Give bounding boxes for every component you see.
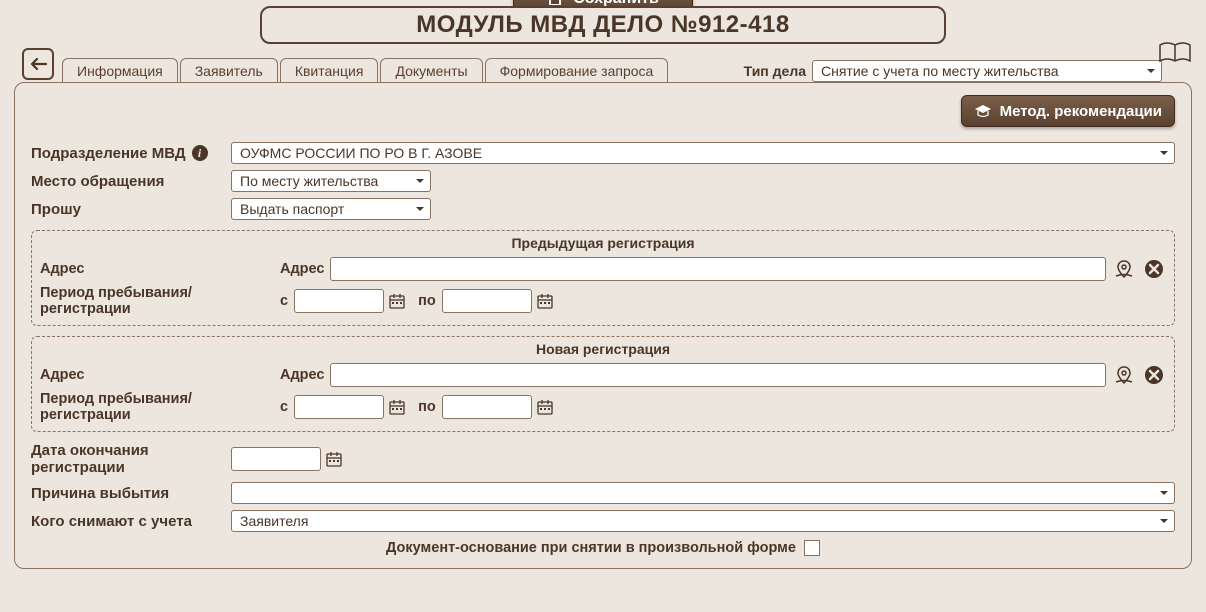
- case-type-select[interactable]: Снятие с учета по месту жительства: [812, 60, 1162, 82]
- doc-basis-checkbox[interactable]: [804, 540, 820, 556]
- reason-select[interactable]: [231, 482, 1175, 504]
- clear-icon[interactable]: [1142, 363, 1166, 387]
- calendar-icon[interactable]: [386, 396, 408, 418]
- reason-label: Причина выбытия: [31, 485, 231, 502]
- method-recommendations-button[interactable]: Метод. рекомендации: [961, 95, 1175, 127]
- new-address-input[interactable]: [330, 363, 1106, 387]
- division-select[interactable]: ОУФМС РОССИИ ПО РО В Г. АЗОВЕ: [231, 142, 1175, 164]
- from-label: с: [280, 293, 288, 309]
- window-title: МОДУЛЬ МВД ДЕЛО №912-418: [416, 11, 789, 39]
- request-select[interactable]: Выдать паспорт: [231, 198, 431, 220]
- prev-to-input[interactable]: [442, 289, 532, 313]
- tab-request[interactable]: Формирование запроса: [485, 58, 669, 82]
- to-label: по: [418, 399, 436, 415]
- chevron-down-icon: [1158, 515, 1170, 527]
- new-address-label: Адрес: [40, 367, 280, 383]
- back-button[interactable]: [22, 48, 54, 80]
- place-label: Место обращения: [31, 173, 231, 190]
- calendar-icon[interactable]: [386, 290, 408, 312]
- prev-address-input[interactable]: [330, 257, 1106, 281]
- info-icon[interactable]: i: [192, 145, 208, 161]
- book-icon[interactable]: [1158, 42, 1192, 67]
- new-reg-title: Новая регистрация: [40, 341, 1166, 357]
- who-removed-value: Заявителя: [240, 513, 308, 529]
- request-value: Выдать паспорт: [240, 201, 344, 217]
- case-type-label: Тип дела: [744, 63, 806, 79]
- tab-info[interactable]: Информация: [62, 58, 178, 82]
- tab-applicant[interactable]: Заявитель: [180, 58, 278, 82]
- prev-reg-title: Предыдущая регистрация: [40, 235, 1166, 251]
- chevron-down-icon: [1145, 65, 1157, 77]
- arrow-left-icon: [29, 57, 47, 71]
- place-select[interactable]: По месту жительства: [231, 170, 431, 192]
- who-removed-label: Кого снимают с учета: [31, 513, 231, 530]
- end-date-input[interactable]: [231, 447, 321, 471]
- prev-period-label: Период пребывания/регистрации: [40, 285, 280, 317]
- division-value: ОУФМС РОССИИ ПО РО В Г. АЗОВЕ: [240, 145, 482, 161]
- from-label: с: [280, 399, 288, 415]
- division-label: Подразделение МВД: [31, 145, 186, 162]
- prev-address-label: Адрес: [40, 261, 280, 277]
- map-pin-icon[interactable]: [1112, 363, 1136, 387]
- new-address-sublabel: Адрес: [280, 367, 324, 383]
- graduation-cap-icon: [974, 104, 992, 118]
- request-label: Прошу: [31, 201, 231, 218]
- to-label: по: [418, 293, 436, 309]
- calendar-icon[interactable]: [534, 396, 556, 418]
- new-registration-block: Новая регистрация Адрес Адрес Период пре…: [31, 336, 1175, 432]
- calendar-icon[interactable]: [323, 448, 345, 470]
- prev-from-input[interactable]: [294, 289, 384, 313]
- prev-registration-block: Предыдущая регистрация Адрес Адрес Перио…: [31, 230, 1175, 326]
- case-type-value: Снятие с учета по месту жительства: [821, 63, 1059, 79]
- title-banner: МОДУЛЬ МВД ДЕЛО №912-418: [260, 6, 946, 44]
- doc-basis-label: Документ-основание при снятии в произвол…: [386, 540, 796, 556]
- new-period-label: Период пребывания/регистрации: [40, 391, 280, 423]
- new-from-input[interactable]: [294, 395, 384, 419]
- tabs: Информация Заявитель Квитанция Документы…: [62, 58, 668, 82]
- chevron-down-icon: [1158, 147, 1170, 159]
- who-removed-select[interactable]: Заявителя: [231, 510, 1175, 532]
- place-value: По месту жительства: [240, 173, 378, 189]
- tab-documents[interactable]: Документы: [380, 58, 482, 82]
- new-to-input[interactable]: [442, 395, 532, 419]
- prev-address-sublabel: Адрес: [280, 261, 324, 277]
- clear-icon[interactable]: [1142, 257, 1166, 281]
- method-button-label: Метод. рекомендации: [1000, 103, 1162, 120]
- main-panel: Метод. рекомендации Подразделение МВД i …: [14, 82, 1192, 569]
- end-date-label: Дата окончания регистрации: [31, 442, 231, 476]
- chevron-down-icon: [414, 203, 426, 215]
- calendar-icon[interactable]: [534, 290, 556, 312]
- chevron-down-icon: [414, 175, 426, 187]
- chevron-down-icon: [1158, 487, 1170, 499]
- tab-receipt[interactable]: Квитанция: [280, 58, 379, 82]
- map-pin-icon[interactable]: [1112, 257, 1136, 281]
